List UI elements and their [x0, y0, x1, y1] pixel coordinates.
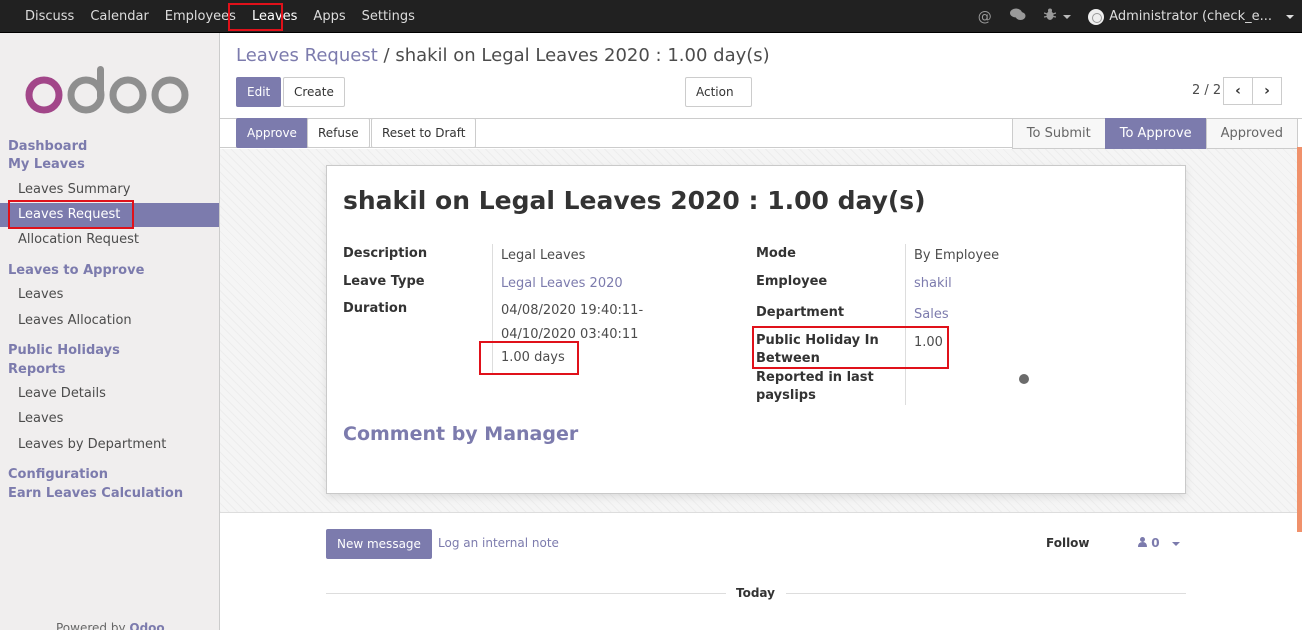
menu-leaves[interactable]: Leaves — [244, 0, 305, 33]
breadcrumb-parent[interactable]: Leaves Request — [236, 45, 378, 66]
menu-discuss[interactable]: Discuss — [0, 0, 82, 33]
sidebar-leaves-to-approve[interactable]: Leaves to Approve — [8, 263, 144, 278]
field-divider — [492, 244, 493, 374]
user-icon — [1138, 537, 1147, 547]
sidebar-item-leave-details[interactable]: Leave Details — [0, 382, 219, 406]
pager-value[interactable]: 2 / 2 — [1192, 83, 1221, 98]
user-menu[interactable]: Administrator (check_e... — [1088, 8, 1294, 25]
user-name: Administrator (check_e... — [1109, 9, 1272, 24]
sidebar-my-leaves[interactable]: My Leaves — [8, 157, 85, 172]
sidebar: Dashboard My Leaves Leaves Summary Leave… — [0, 33, 220, 630]
follow-button[interactable]: Follow — [1046, 536, 1090, 550]
duration-days: 1.00 days — [501, 350, 565, 365]
state-approved[interactable]: Approved — [1205, 118, 1298, 149]
create-button[interactable]: Create — [283, 77, 345, 107]
public-holiday-label-line1: Public Holiday In — [756, 333, 879, 348]
divider — [786, 593, 1186, 594]
reported-label-line1: Reported in last — [756, 370, 874, 385]
approve-button[interactable]: Approve — [236, 118, 308, 148]
powered-by: Powered by Odoo — [56, 621, 165, 630]
chat-icon[interactable] — [1009, 8, 1026, 25]
employee-value[interactable]: shakil — [914, 275, 952, 293]
sidebar-reports[interactable]: Reports — [8, 362, 65, 377]
duration-label: Duration — [343, 301, 408, 316]
field-divider — [905, 244, 906, 405]
bug-debug-icon[interactable] — [1043, 8, 1072, 25]
form-sheet: shakil on Legal Leaves 2020 : 1.00 day(s… — [326, 165, 1186, 494]
duration-to: 04/10/2020 03:40:11 — [501, 327, 639, 342]
app-menu: Discuss Calendar Employees Leaves Apps S… — [0, 0, 423, 33]
comment-heading: Comment by Manager — [343, 423, 579, 445]
mode-value: By Employee — [914, 248, 1000, 263]
reported-label: Reported in last payslips — [756, 369, 874, 405]
leave-type-value[interactable]: Legal Leaves 2020 — [501, 275, 623, 293]
chevron-down-icon — [1171, 541, 1180, 546]
reported-label-line2: payslips — [756, 388, 816, 403]
breadcrumb-separator: / — [383, 45, 390, 66]
today-separator: Today — [736, 586, 775, 600]
top-navbar: Discuss Calendar Employees Leaves Apps S… — [0, 0, 1302, 33]
form-statusbar: Approve Refuse Reset to Draft To Submit … — [220, 118, 1302, 149]
powered-by-text: Powered by — [56, 621, 126, 630]
divider — [326, 593, 726, 594]
at-mention-icon[interactable]: @ — [978, 9, 992, 25]
sidebar-item-leaves-report[interactable]: Leaves — [0, 407, 219, 431]
reported-checkbox[interactable] — [1018, 373, 1030, 385]
menu-settings[interactable]: Settings — [354, 0, 423, 33]
powered-by-brand[interactable]: Odoo — [129, 621, 164, 630]
department-label: Department — [756, 305, 845, 320]
state-to-approve[interactable]: To Approve — [1104, 118, 1206, 149]
leave-type-label: Leave Type — [343, 274, 425, 289]
followers-count: 0 — [1151, 536, 1160, 550]
chevron-left-icon: ‹ — [1235, 83, 1241, 99]
followers-dropdown[interactable]: 0 — [1138, 536, 1180, 550]
sidebar-earn-leaves-calculation[interactable]: Earn Leaves Calculation — [8, 486, 183, 501]
log-note-link[interactable]: Log an internal note — [438, 536, 559, 550]
sidebar-item-leaves[interactable]: Leaves — [0, 283, 219, 307]
description-label: Description — [343, 246, 428, 261]
record-title: shakil on Legal Leaves 2020 : 1.00 day(s… — [343, 186, 926, 215]
action-dropdown[interactable]: Action — [685, 77, 752, 123]
employee-label: Employee — [756, 274, 828, 289]
odoo-logo — [25, 66, 189, 114]
public-holiday-value: 1.00 — [914, 335, 943, 350]
chevron-down-icon — [1063, 15, 1072, 19]
avatar — [1088, 8, 1105, 25]
state-to-submit[interactable]: To Submit — [1011, 118, 1105, 149]
sidebar-item-leaves-summary[interactable]: Leaves Summary — [0, 178, 219, 202]
department-value[interactable]: Sales — [914, 306, 949, 324]
sidebar-item-allocation-request[interactable]: Allocation Request — [0, 228, 219, 252]
scroll-indicator — [1297, 147, 1302, 532]
sidebar-item-leaves-request[interactable]: Leaves Request — [0, 203, 219, 227]
pager-previous-button[interactable]: ‹ — [1223, 77, 1253, 105]
sidebar-item-leaves-allocation[interactable]: Leaves Allocation — [0, 309, 219, 333]
sidebar-item-leaves-by-department[interactable]: Leaves by Department — [0, 433, 219, 457]
status-pipeline: To Submit To Approve Approved — [1011, 118, 1298, 149]
breadcrumb: Leaves Request / shakil on Legal Leaves … — [236, 45, 770, 66]
refuse-button[interactable]: Refuse — [307, 118, 370, 148]
public-holiday-label-line2: Between — [756, 351, 820, 366]
menu-apps[interactable]: Apps — [305, 0, 353, 33]
sidebar-public-holidays[interactable]: Public Holidays — [8, 343, 120, 358]
edit-button[interactable]: Edit — [236, 77, 282, 107]
menu-employees[interactable]: Employees — [157, 0, 244, 33]
chevron-right-icon: › — [1264, 83, 1270, 99]
sidebar-dashboard[interactable]: Dashboard — [8, 139, 87, 154]
mode-label: Mode — [756, 246, 796, 261]
duration-from: 04/08/2020 19:40:11- — [501, 303, 644, 318]
new-message-button[interactable]: New message — [326, 529, 432, 559]
control-panel: Leaves Request / shakil on Legal Leaves … — [220, 33, 1302, 123]
menu-calendar[interactable]: Calendar — [82, 0, 156, 33]
description-value: Legal Leaves — [501, 248, 586, 263]
breadcrumb-current: shakil on Legal Leaves 2020 : 1.00 day(s… — [395, 45, 770, 66]
sidebar-configuration[interactable]: Configuration — [8, 467, 108, 482]
pager-next-button[interactable]: › — [1252, 77, 1282, 105]
public-holiday-label: Public Holiday In Between — [756, 332, 879, 368]
chevron-down-icon — [1286, 14, 1294, 19]
action-label: Action — [696, 85, 734, 99]
chatter: New message Log an internal note Follow … — [220, 512, 1297, 630]
reset-to-draft-button[interactable]: Reset to Draft — [371, 118, 477, 148]
